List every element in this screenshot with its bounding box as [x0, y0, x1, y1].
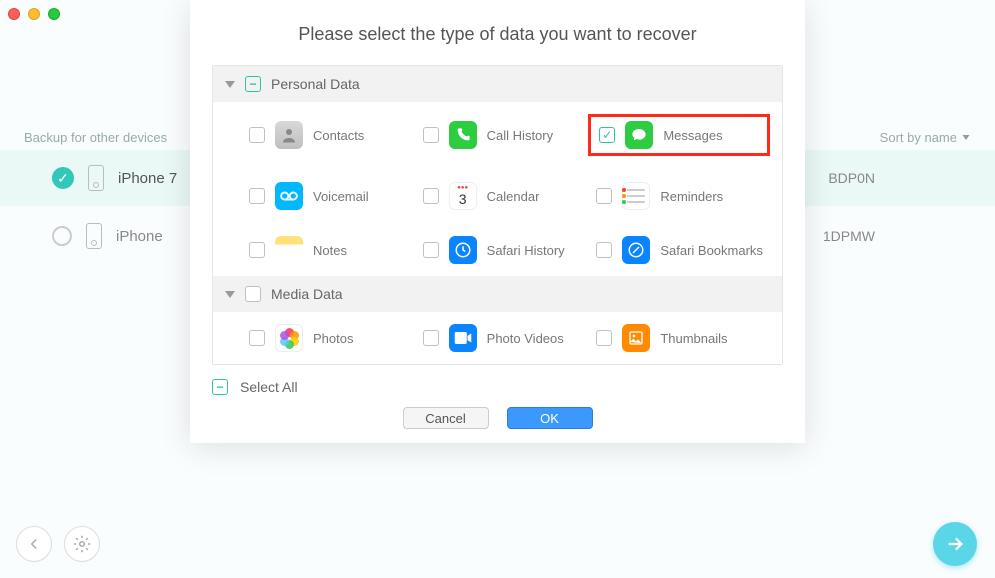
thumbnails-icon [622, 324, 650, 352]
item-safari-history[interactable]: Safari History [423, 236, 597, 264]
item-messages-highlighted[interactable]: ✓ Messages [588, 114, 770, 156]
checkbox-checked[interactable]: ✓ [599, 127, 615, 143]
checkbox[interactable] [423, 188, 439, 204]
item-label: Notes [313, 243, 347, 258]
checkbox[interactable] [423, 330, 439, 346]
collapse-icon[interactable] [225, 81, 235, 88]
close-icon[interactable] [8, 8, 20, 20]
checkbox[interactable] [245, 286, 261, 302]
bottom-nav [16, 526, 100, 562]
notes-icon [275, 236, 303, 264]
minimize-icon[interactable] [28, 8, 40, 20]
cancel-button[interactable]: Cancel [403, 407, 489, 429]
modal-buttons: Cancel OK [190, 407, 805, 429]
maximize-icon[interactable] [48, 8, 60, 20]
device-name: iPhone [116, 228, 163, 245]
item-photos[interactable]: Photos [249, 324, 423, 352]
checkbox[interactable] [423, 127, 439, 143]
item-label: Reminders [660, 189, 723, 204]
settings-button[interactable] [64, 526, 100, 562]
chevron-down-icon [963, 135, 970, 140]
phone-call-icon [449, 121, 477, 149]
item-label: Safari History [487, 243, 565, 258]
item-label: Messages [663, 128, 722, 143]
item-label: Thumbnails [660, 331, 727, 346]
data-type-modal: Please select the type of data you want … [190, 0, 805, 443]
voicemail-icon [275, 182, 303, 210]
section-header-personal[interactable]: − Personal Data [213, 66, 782, 102]
checkbox[interactable] [249, 242, 265, 258]
photo-videos-icon [449, 324, 477, 352]
checkbox[interactable] [596, 188, 612, 204]
device-serial: 1DPMW [823, 228, 875, 244]
collapse-icon[interactable] [225, 291, 235, 298]
checkbox[interactable] [249, 127, 265, 143]
item-thumbnails[interactable]: Thumbnails [596, 324, 770, 352]
data-panel: − Personal Data Contacts Call History [212, 65, 783, 365]
item-label: Photo Videos [487, 331, 564, 346]
select-all-label: Select All [240, 379, 298, 395]
item-contacts[interactable]: Contacts [249, 114, 423, 156]
sort-dropdown[interactable]: Sort by name [880, 130, 971, 145]
phone-icon [86, 223, 102, 249]
section-title: Personal Data [271, 76, 360, 92]
modal-title: Please select the type of data you want … [190, 0, 805, 65]
media-grid: Photos Photo Videos Thumbnails [213, 312, 782, 364]
device-serial: BDP0N [828, 170, 875, 186]
section-header-media[interactable]: Media Data [213, 276, 782, 312]
section-title: Media Data [271, 286, 343, 302]
item-reminders[interactable]: Reminders [596, 182, 770, 210]
checkbox[interactable] [249, 188, 265, 204]
phone-icon [88, 165, 104, 191]
checkbox[interactable] [423, 242, 439, 258]
safari-bookmarks-icon [622, 236, 650, 264]
item-safari-bookmarks[interactable]: Safari Bookmarks [596, 236, 770, 264]
item-label: Voicemail [313, 189, 369, 204]
item-calendar[interactable]: ●●● 3 Calendar [423, 182, 597, 210]
partial-checkbox-icon[interactable]: − [212, 379, 228, 395]
photos-icon [275, 324, 303, 352]
item-call-history[interactable]: Call History [423, 114, 597, 156]
item-label: Call History [487, 128, 553, 143]
contacts-icon [275, 121, 303, 149]
item-notes[interactable]: Notes [249, 236, 423, 264]
checkbox[interactable] [249, 330, 265, 346]
checkbox[interactable] [596, 330, 612, 346]
device-name: iPhone 7 [118, 170, 177, 187]
window-controls [8, 8, 60, 20]
radio-selected-icon[interactable]: ✓ [52, 167, 74, 189]
partial-checkbox-icon[interactable]: − [245, 76, 261, 92]
back-button[interactable] [16, 526, 52, 562]
item-label: Photos [313, 331, 353, 346]
radio-unselected-icon[interactable] [52, 226, 72, 246]
item-label: Safari Bookmarks [660, 243, 763, 258]
item-photo-videos[interactable]: Photo Videos [423, 324, 597, 352]
backup-label: Backup for other devices [24, 130, 167, 145]
checkbox[interactable] [596, 242, 612, 258]
ok-button[interactable]: OK [507, 407, 593, 429]
safari-history-icon [449, 236, 477, 264]
calendar-icon: ●●● 3 [449, 182, 477, 210]
item-label: Contacts [313, 128, 364, 143]
next-button[interactable] [933, 522, 977, 566]
messages-icon [625, 121, 653, 149]
personal-grid: Contacts Call History ✓ Messages [213, 102, 782, 276]
select-all-row[interactable]: − Select All [190, 365, 805, 395]
item-voicemail[interactable]: Voicemail [249, 182, 423, 210]
item-label: Calendar [487, 189, 540, 204]
reminders-icon [622, 182, 650, 210]
